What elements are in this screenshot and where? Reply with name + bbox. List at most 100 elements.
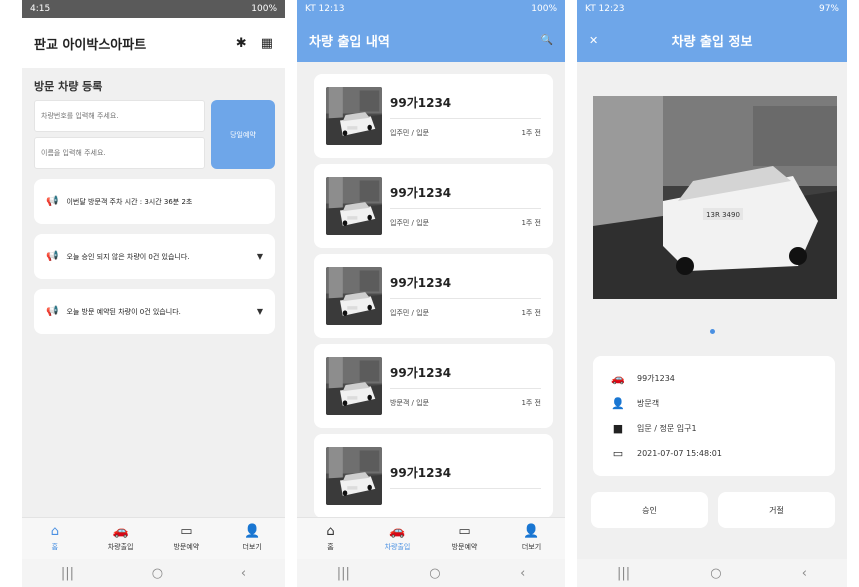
- status-bar: KT 12:23 97%: [577, 0, 847, 18]
- bottom-tab-bar: ⌂ 홈 🚗 차량출입 ▭ 방문예약 👤 더보기: [297, 517, 565, 559]
- person-icon: 👤: [611, 397, 625, 410]
- status-carrier: KT 12:13: [305, 4, 345, 14]
- system-nav-bar: ||| ○ ‹: [22, 559, 285, 587]
- tab-home[interactable]: ⌂ 홈: [306, 525, 356, 552]
- car-icon: 🚗: [389, 524, 406, 539]
- list-item[interactable]: 99가1234: [314, 434, 553, 518]
- carousel-indicator[interactable]: [709, 329, 715, 334]
- status-time: 4:15: [30, 4, 51, 14]
- car-thumbnail: [326, 177, 382, 235]
- approve-button[interactable]: 승인: [591, 492, 708, 528]
- notice-reserved[interactable]: 📢 오늘 방문 예약된 차량이 0건 있습니다. ▼: [34, 289, 275, 334]
- list-item[interactable]: 99가1234 입주민 / 입문 1주 전: [314, 164, 553, 248]
- home-icon: ⌂: [50, 524, 59, 539]
- access-type: 입주민 / 입문: [390, 309, 430, 317]
- system-nav-bar: ||| ○ ‹: [577, 559, 847, 587]
- access-time: 1주 전: [521, 129, 541, 137]
- plate-number: 99가1234: [390, 274, 541, 299]
- home-screen: 4:15 100% 판교 아이박스아파트 ✱ ▦ 방문 차량 등록 당일예약 📢…: [22, 0, 285, 587]
- plate-number: 99가1234: [390, 464, 541, 489]
- car-icon: 🚗: [611, 372, 625, 385]
- visitor-type: 방문객: [637, 399, 660, 408]
- name-input[interactable]: [34, 137, 205, 169]
- plate-number: 99가1234: [390, 94, 541, 119]
- plate-number-input[interactable]: [34, 100, 205, 132]
- notice-unapproved[interactable]: 📢 오늘 승인 되지 않은 차량이 0건 있습니다. ▼: [34, 234, 275, 279]
- back-icon[interactable]: ‹: [520, 566, 525, 581]
- system-nav-bar: ||| ○ ‹: [297, 559, 565, 587]
- recent-apps-icon[interactable]: |||: [617, 566, 630, 581]
- page-title: 차량 출입 내역: [309, 34, 390, 50]
- qr-code-icon[interactable]: ▦: [261, 36, 273, 51]
- megaphone-icon: 📢: [46, 196, 59, 207]
- person-icon: 👤: [244, 524, 261, 539]
- status-bar: KT 12:13 100%: [297, 0, 565, 18]
- tab-vehicle-access[interactable]: 🚗 차량출입: [373, 525, 423, 552]
- vehicle-photo[interactable]: 13R 3490: [593, 96, 837, 299]
- notice-text: 오늘 승인 되지 않은 차량이 0건 있습니다.: [66, 252, 190, 261]
- tab-home[interactable]: ⌂ 홈: [30, 525, 80, 552]
- status-battery: 97%: [818, 4, 839, 14]
- home-icon: ⌂: [326, 524, 335, 539]
- search-icon[interactable]: 🔍: [541, 35, 553, 46]
- home-circle-icon[interactable]: ○: [710, 566, 721, 581]
- caret-down-icon[interactable]: ▼: [257, 307, 263, 316]
- home-circle-icon[interactable]: ○: [152, 566, 163, 581]
- notice-text: 오늘 방문 예약된 차량이 0건 있습니다.: [66, 307, 181, 316]
- tab-more[interactable]: 👤 더보기: [227, 525, 277, 552]
- status-carrier: KT 12:23: [585, 4, 625, 14]
- approval-actions: 승인 거절: [591, 492, 835, 528]
- reserve-today-button[interactable]: 당일예약: [211, 100, 275, 169]
- plate-number: 99가1234: [637, 374, 675, 383]
- photo-plate-text: 13R 3490: [706, 211, 740, 219]
- close-icon[interactable]: ✕: [589, 34, 609, 47]
- status-battery: 100%: [531, 4, 557, 14]
- tab-more[interactable]: 👤 더보기: [507, 525, 557, 552]
- reject-button[interactable]: 거절: [718, 492, 835, 528]
- section-title: 방문 차량 등록: [34, 80, 103, 93]
- list-item[interactable]: 99가1234 입주민 / 입문 1주 전: [314, 254, 553, 338]
- vehicle-detail-screen: KT 12:23 97% ✕ 차량 출입 정보 13R 3490 🚗 99가123…: [577, 0, 847, 587]
- access-type: 입주민 / 입문: [390, 129, 430, 137]
- calendar-icon: ▭: [612, 447, 624, 460]
- tab-visit-reservation[interactable]: ▭ 방문예약: [161, 525, 211, 552]
- back-icon[interactable]: ‹: [241, 566, 246, 581]
- car-thumbnail: [326, 357, 382, 415]
- tab-vehicle-access[interactable]: 🚗 차량출입: [96, 525, 146, 552]
- visitor-form: 당일예약: [22, 100, 285, 169]
- bottom-tab-bar: ⌂ 홈 🚗 차량출입 ▭ 방문예약 👤 더보기: [22, 517, 285, 559]
- app-header: 차량 출입 내역 🔍: [297, 18, 565, 62]
- list-item[interactable]: 99가1234 입주민 / 입문 1주 전: [314, 74, 553, 158]
- home-circle-icon[interactable]: ○: [429, 566, 440, 581]
- access-type: 방문객 / 입문: [390, 399, 430, 407]
- list-item[interactable]: 99가1234 방문객 / 입문 1주 전: [314, 344, 553, 428]
- car-thumbnail: [326, 447, 382, 505]
- person-icon: 👤: [523, 524, 540, 539]
- bluetooth-icon[interactable]: ✱: [236, 36, 247, 51]
- access-record-list: 99가1234 입주민 / 입문 1주 전 99가1234 입주민 / 입문 1주 …: [297, 62, 565, 518]
- gate-info: 입문 / 정문 입구1: [637, 424, 697, 433]
- status-bar: 4:15 100%: [22, 0, 285, 18]
- car-icon: 🚗: [112, 524, 129, 539]
- app-header: ✕ 차량 출입 정보: [577, 18, 847, 62]
- tab-visit-reservation[interactable]: ▭ 방문예약: [440, 525, 490, 552]
- video-camera-icon: ■: [612, 422, 624, 435]
- calendar-icon: ▭: [180, 524, 193, 539]
- plate-number: 99가1234: [390, 364, 541, 389]
- recent-apps-icon[interactable]: |||: [61, 566, 74, 581]
- calendar-icon: ▭: [458, 524, 471, 539]
- page-title: 판교 아이박스아파트: [34, 37, 147, 53]
- access-type: 입주민 / 입문: [390, 219, 430, 227]
- access-datetime: 2021-07-07 15:48:01: [637, 449, 722, 458]
- app-header: 판교 아이박스아파트 ✱ ▦: [22, 18, 285, 68]
- plate-number: 99가1234: [390, 184, 541, 209]
- page-title: 차량 출입 정보: [671, 34, 753, 50]
- access-time: 1주 전: [521, 309, 541, 317]
- caret-down-icon[interactable]: ▼: [257, 252, 263, 261]
- car-thumbnail: [326, 87, 382, 145]
- back-icon[interactable]: ‹: [802, 566, 807, 581]
- recent-apps-icon[interactable]: |||: [337, 566, 350, 581]
- car-thumbnail: [326, 267, 382, 325]
- status-battery: 100%: [251, 4, 277, 14]
- notice-parking-time: 📢 이번달 방문객 주차 시간 : 3시간 36분 2초: [34, 179, 275, 224]
